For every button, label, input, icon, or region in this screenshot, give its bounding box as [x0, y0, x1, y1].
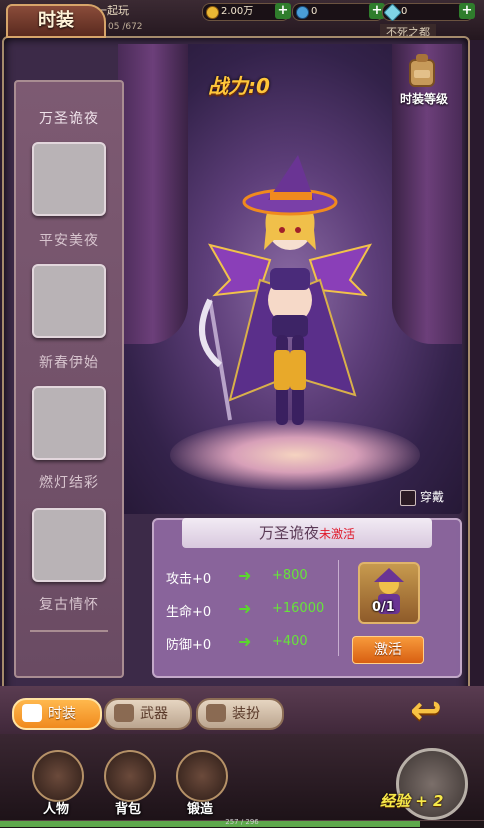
blue-gem-icon: [296, 6, 309, 19]
exp-gain: 经验 + 2: [380, 792, 444, 810]
add-gold-button[interactable]: +: [275, 3, 291, 19]
arrow-right-icon: ➜: [238, 632, 252, 651]
character-figure[interactable]: [190, 150, 390, 470]
nav-backpack[interactable]: 背包: [98, 750, 158, 820]
hammer-icon: [176, 750, 228, 802]
backpack-icon: [104, 750, 156, 802]
diamond-display: 0 +: [382, 3, 475, 22]
stats-divider: [338, 560, 339, 656]
category-thumb-pingan[interactable]: [32, 264, 106, 338]
category-label-randeng[interactable]: 燃灯结彩: [16, 472, 122, 492]
combat-power: 战力:0: [208, 70, 270, 99]
shirt-icon: [22, 704, 42, 722]
gold-value: 2.00万: [221, 6, 254, 17]
diamond-value: 0: [401, 6, 408, 17]
tab-fashion[interactable]: 时装: [12, 698, 102, 730]
stat-defense: 防御+0: [166, 638, 212, 653]
tab-weapon-label: 武器: [140, 706, 168, 722]
nav-backpack-label: 背包: [114, 802, 141, 817]
stat-health: 生命+0: [166, 605, 212, 620]
item-count: 0/1: [372, 600, 395, 615]
nav-forge-label: 锻造: [186, 802, 213, 817]
category-label-fugu[interactable]: 复古情怀: [16, 594, 122, 614]
add-diamond-button[interactable]: +: [459, 3, 475, 19]
page-title: 时装: [6, 4, 106, 38]
arrow-right-icon: ➜: [238, 566, 252, 585]
wear-toggle[interactable]: 穿戴: [400, 488, 444, 506]
costume-status: 未激活: [319, 527, 356, 541]
tab-dressup-label: 装扮: [232, 706, 260, 722]
power-value: 0: [256, 74, 270, 98]
stat-defense-bonus: +400: [272, 634, 308, 649]
character-portrait-icon: [32, 750, 84, 802]
category-label-xinchun[interactable]: 新春伊始: [16, 352, 122, 372]
nav-forge[interactable]: 锻造: [170, 750, 230, 820]
diamond-icon: [383, 3, 402, 22]
wear-checkbox[interactable]: [400, 489, 416, 506]
backpack-icon: [409, 54, 435, 87]
gold-display: 2.00万 +: [202, 3, 291, 21]
category-label-pingan[interactable]: 平安美夜: [16, 230, 122, 250]
blue-gem-value: 0: [311, 6, 318, 17]
stat-attack-bonus: +800: [272, 568, 308, 583]
list-divider: [30, 630, 108, 632]
nav-character-label: 人物: [42, 802, 69, 817]
nav-character[interactable]: 人物: [26, 750, 86, 820]
stat-health-bonus: +16000: [272, 601, 325, 616]
costume-category-list: 万圣诡夜 平安美夜 新春伊始 燃灯结彩 复古情怀: [14, 80, 124, 678]
sword-icon: [114, 704, 134, 722]
stat-attack: 攻击+0: [166, 572, 212, 587]
costume-nameplate: 万圣诡夜未激活: [182, 518, 432, 548]
category-thumb-wansheng[interactable]: [32, 142, 106, 216]
back-arrow-icon[interactable]: ↩: [400, 690, 452, 730]
left-curtain: [118, 44, 188, 344]
category-thumb-xinchun[interactable]: [32, 386, 106, 460]
fashion-level-button[interactable]: 时装等级: [392, 52, 456, 110]
category-thumb-randeng[interactable]: [32, 508, 106, 582]
category-label-wansheng[interactable]: 万圣诡夜: [16, 108, 122, 128]
blue-gem-display: 0 +: [292, 3, 385, 21]
activate-button[interactable]: 激活: [352, 636, 424, 664]
tab-fashion-label: 时装: [48, 706, 76, 722]
tab-weapon[interactable]: 武器: [104, 698, 192, 730]
wear-label: 穿戴: [420, 490, 445, 504]
costume-name: 万圣诡夜: [258, 524, 319, 542]
gold-coin-icon: [206, 6, 219, 19]
behind-counter: 05 /672: [108, 22, 143, 32]
exp-progress-text: 257 / 296: [225, 818, 259, 826]
tab-dressup[interactable]: 装扮: [196, 698, 284, 730]
fashion-level-label: 时装等级: [399, 92, 448, 106]
arrow-right-icon: ➜: [238, 599, 252, 618]
ticket-icon: [206, 704, 226, 722]
power-label: 战力:: [208, 74, 256, 98]
